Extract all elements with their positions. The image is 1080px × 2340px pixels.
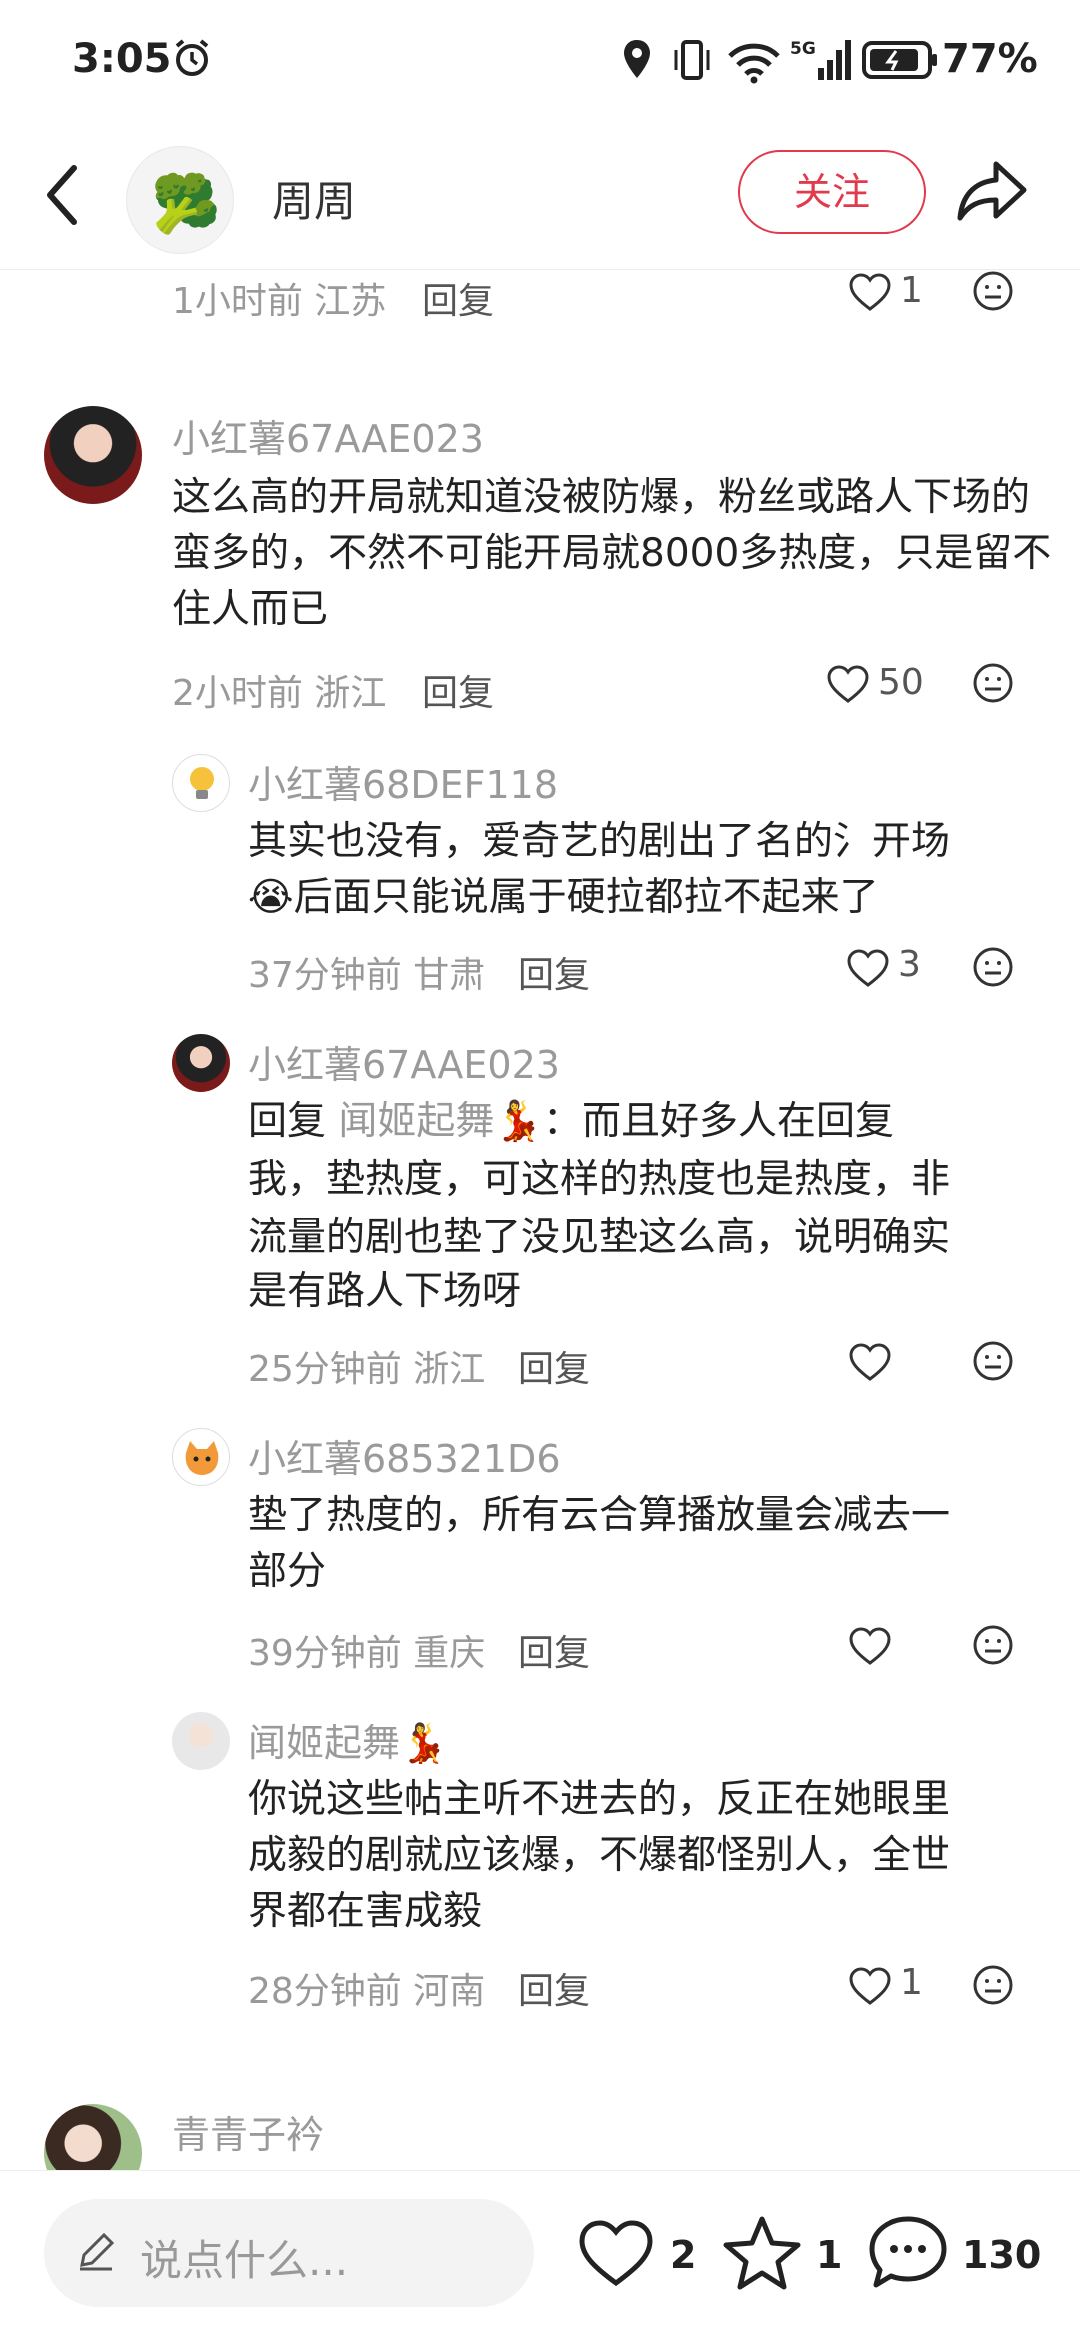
reply-text-line: 成毅的剧就应该爆，不爆都怪别人，全世 <box>248 1833 951 1878</box>
reply-meta: 37分钟前 甘肃 <box>248 955 486 996</box>
status-bar: 3:05 5G 77% <box>0 0 1080 120</box>
reply-button[interactable]: 回复 <box>518 1624 590 1676</box>
reply-meta: 28分钟前 河南 <box>248 1971 486 2012</box>
note-header: 🥦 周周 关注 <box>0 130 1080 270</box>
like-count: 50 <box>878 662 924 703</box>
author-name[interactable]: 周周 <box>272 168 356 229</box>
replier-name[interactable]: 小红薯68DEF118 <box>248 754 558 809</box>
comment-placeholder: 说点什么... <box>140 2236 349 2285</box>
heart-icon[interactable] <box>846 948 890 988</box>
replier-avatar[interactable] <box>172 754 230 812</box>
svg-text:5G: 5G <box>790 39 816 59</box>
heart-icon[interactable] <box>848 1626 892 1666</box>
replier-avatar[interactable] <box>172 1034 230 1092</box>
status-time: 3:05 <box>72 36 172 82</box>
comment-input[interactable]: 说点什么... <box>44 2199 534 2307</box>
follow-button[interactable]: 关注 <box>738 150 926 234</box>
location-icon <box>624 40 650 78</box>
like-count: 3 <box>898 944 921 985</box>
reply-text-line: 😭后面只能说属于硬拉都拉不起来了 <box>248 875 879 920</box>
heart-icon[interactable] <box>826 664 870 704</box>
mention-link[interactable]: 闻姬起舞💃 <box>338 1099 543 1144</box>
comment-meta: 2小时前 浙江 <box>172 673 387 714</box>
vibrate-icon <box>674 40 710 80</box>
reply-text-line: 垫了热度的，所有云合算播放量会减去一 <box>248 1493 951 1538</box>
reply-button[interactable]: 回复 <box>422 664 494 716</box>
emoji-react-icon[interactable] <box>972 662 1014 704</box>
reply-text-line: 是有路人下场呀 <box>248 1269 522 1314</box>
emoji-react-icon[interactable] <box>972 1624 1014 1666</box>
commenter-name[interactable]: 青青子衿 <box>172 2104 324 2159</box>
prev-comment-meta: 1小时前 江苏 <box>172 281 387 322</box>
prev-reply-button[interactable]: 回复 <box>422 272 494 324</box>
reply-text-line: 部分 <box>248 1549 327 1594</box>
replier-name[interactable]: 小红薯67AAE023 <box>248 1034 560 1089</box>
heart-icon[interactable] <box>848 1342 892 1382</box>
reply-text-line: 流量的剧也垫了没见垫这么高，说明确实 <box>248 1215 951 1260</box>
bottom-action-bar: 说点什么... 2 1 130 <box>0 2170 1080 2340</box>
reply-button[interactable]: 回复 <box>518 1962 590 2014</box>
reply-text-line: 我，垫热度，可这样的热度也是热度，非 <box>248 1157 951 1202</box>
commenter-avatar[interactable] <box>44 406 142 504</box>
note-favorite-count: 1 <box>816 2233 843 2277</box>
replier-avatar[interactable] <box>172 1712 230 1770</box>
emoji-react-icon[interactable] <box>972 1964 1014 2006</box>
back-arrow-icon[interactable] <box>40 160 84 230</box>
battery-percent: 77% <box>942 36 1038 82</box>
emoji-react-icon[interactable] <box>972 1340 1014 1382</box>
reply-text-line: 你说这些帖主听不进去的，反正在她眼里 <box>248 1777 951 1822</box>
reply-button[interactable]: 回复 <box>518 946 590 998</box>
heart-icon[interactable] <box>848 1966 892 2006</box>
comment-bubble-icon[interactable] <box>868 2215 948 2291</box>
replier-avatar[interactable] <box>172 1428 230 1486</box>
reply-text-line: 其实也没有，爱奇艺的剧出了名的氵开场 <box>248 819 951 864</box>
broccoli-icon: 🥦 <box>151 172 221 237</box>
note-comment-count: 130 <box>962 2233 1042 2277</box>
signal-5g-icon: 5G <box>790 39 851 80</box>
prev-like-count: 1 <box>900 270 923 311</box>
replier-name[interactable]: 闻姬起舞💃 <box>248 1712 447 1767</box>
wifi-icon <box>728 43 780 84</box>
reply-meta: 25分钟前 浙江 <box>248 1349 486 1390</box>
lightbulb-icon <box>190 767 214 799</box>
alarm-icon <box>175 39 209 76</box>
like-count: 1 <box>900 1962 923 2003</box>
emoji-react-icon[interactable] <box>972 270 1014 312</box>
comment-text: 这么高的开局就知道没被防爆，粉丝或路人下场的蛮多的，不然不可能开局就8000多热… <box>172 475 1052 632</box>
cat-icon <box>185 1441 219 1475</box>
reply-text-line: 界都在害成毅 <box>248 1889 483 1934</box>
reply-meta: 39分钟前 重庆 <box>248 1633 486 1674</box>
pencil-icon <box>80 2232 115 2271</box>
heart-icon[interactable] <box>578 2219 654 2287</box>
replier-name[interactable]: 小红薯685321D6 <box>248 1428 561 1483</box>
heart-icon[interactable] <box>848 272 892 312</box>
battery-icon <box>862 41 937 79</box>
note-like-count: 2 <box>670 2233 697 2277</box>
star-icon[interactable] <box>722 2215 802 2291</box>
emoji-react-icon[interactable] <box>972 946 1014 988</box>
commenter-name[interactable]: 小红薯67AAE023 <box>172 408 484 463</box>
author-avatar[interactable]: 🥦 <box>126 146 234 254</box>
reply-button[interactable]: 回复 <box>518 1340 590 1392</box>
reply-text-line: 回复 闻姬起舞💃：而且好多人在回复 <box>248 1099 895 1144</box>
share-icon[interactable] <box>956 154 1030 228</box>
